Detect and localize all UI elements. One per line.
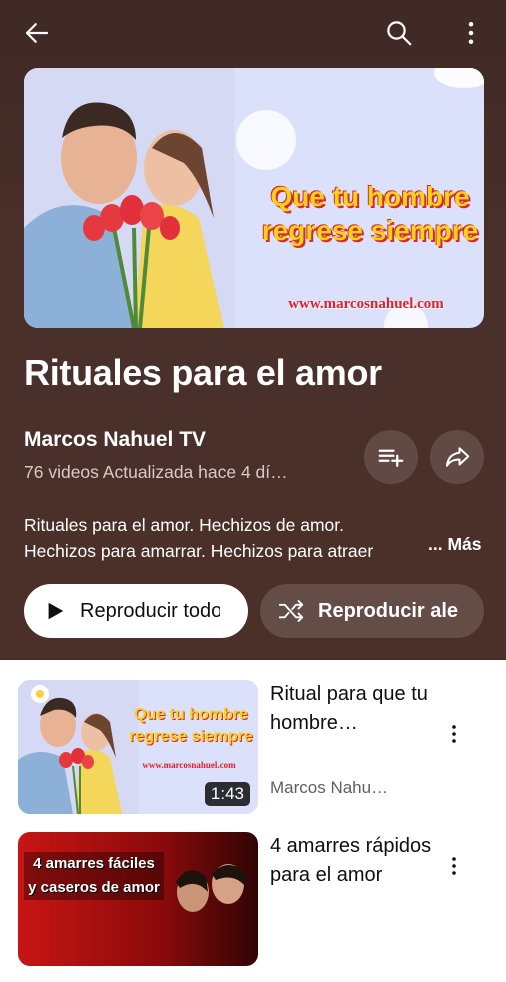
video-title[interactable]: 4 amarres rápidos para el amor	[270, 832, 440, 919]
playlist-thumbnail[interactable]: Que tu hombre regrese siempre www.marcos…	[24, 68, 484, 328]
playlist-header: Que tu hombre regrese siempre www.marcos…	[0, 0, 506, 660]
thumbnail-url: www.marcosnahuel.com	[142, 760, 236, 770]
more-vert-icon	[468, 22, 474, 44]
thumbnail-headline-line1: 4 amarres fáciles	[24, 852, 164, 876]
couple-photo	[176, 864, 248, 912]
channel-name[interactable]: Marcos Nahuel TV	[24, 428, 206, 452]
more-vert-icon	[452, 725, 456, 743]
thumbnail-headline: Que tu hombre regrese siempre	[126, 704, 256, 748]
video-thumbnail[interactable]: Que tu hombre regrese siempre www.marcos…	[18, 680, 258, 814]
video-more-button[interactable]	[440, 846, 468, 886]
share-button[interactable]	[430, 430, 484, 484]
thumbnail-headline: Que tu hombre regrese siempre	[250, 180, 484, 248]
thumbnail-headline-line1: Que tu hombre	[270, 181, 470, 212]
video-thumbnail[interactable]: 4 amarres fáciles y caseros de amor	[18, 832, 258, 966]
top-bar	[0, 0, 506, 66]
more-vert-icon	[452, 857, 456, 875]
back-button[interactable]	[18, 14, 56, 52]
video-more-button[interactable]	[440, 714, 468, 754]
playlist-description[interactable]: Rituales para el amor. Hechizos de amor.…	[24, 512, 414, 566]
search-button[interactable]	[380, 14, 418, 52]
play-icon	[48, 602, 64, 620]
thumbnail-headline-line1: Que tu hombre	[134, 706, 248, 723]
flower-decoration	[236, 110, 296, 170]
thumbnail-url: www.marcosnahuel.com	[288, 296, 444, 312]
video-channel: Marcos Nahu…	[270, 778, 389, 797]
shuffle-icon	[278, 600, 304, 622]
play-all-button[interactable]: Reproducir todo	[24, 584, 248, 638]
list-item[interactable]: Que tu hombre regrese siempre www.marcos…	[0, 680, 506, 830]
more-options-button[interactable]	[452, 14, 490, 52]
playlist-meta: 76 videos Actualizada hace 4 dí…	[24, 462, 288, 482]
couple-photo	[24, 68, 234, 328]
playlist-title: Rituales para el amor	[24, 352, 382, 393]
more-description-link[interactable]: ... Más	[424, 534, 482, 555]
video-duration: 1:43	[204, 782, 250, 806]
arrow-left-icon	[25, 23, 49, 43]
play-all-label: Reproducir todo	[80, 599, 220, 622]
thumbnail-headline-line2: regrese siempre	[261, 215, 479, 246]
thumbnail-headline: 4 amarres fáciles y caseros de amor	[24, 852, 164, 900]
share-icon	[446, 447, 470, 467]
list-item[interactable]: 4 amarres fáciles y caseros de amor 4 am…	[0, 832, 506, 982]
video-title[interactable]: Ritual para que tu hombre…	[270, 680, 440, 767]
playlist-add-icon	[378, 449, 404, 467]
shuffle-button[interactable]: Reproducir aleatoriamente	[260, 584, 484, 638]
flower-decoration	[434, 68, 484, 88]
couple-photo	[18, 680, 138, 814]
thumbnail-headline-line2: y caseros de amor	[24, 876, 164, 900]
save-to-playlist-button[interactable]	[364, 430, 418, 484]
search-icon	[387, 21, 412, 46]
thumbnail-headline-line2: regrese siempre	[129, 728, 253, 745]
shuffle-label: Reproducir aleatoriamente	[318, 599, 458, 622]
